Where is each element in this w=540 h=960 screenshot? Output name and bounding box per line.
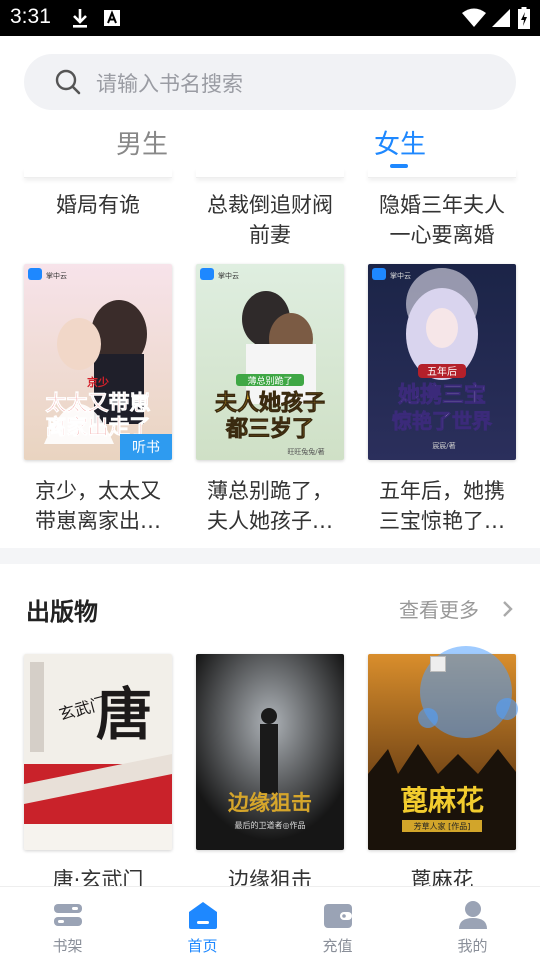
book-title-line: 夫人她孩子… — [207, 509, 333, 533]
book-title[interactable]: 五年后，她携 三宝惊艳了… — [362, 476, 522, 536]
section-divider — [0, 548, 540, 564]
audio-badge: 听书 — [132, 440, 160, 456]
book-title-line: 婚局有诡 — [56, 193, 140, 217]
cover-publisher: 掌中云 — [390, 271, 411, 280]
cover-title-line: 都三岁了 — [225, 416, 314, 442]
cover-title-line: 最后的卫道者◎作品 — [235, 820, 306, 830]
font-app-icon — [102, 0, 122, 36]
cover-edge — [196, 168, 344, 178]
cover-title-line: 惊艳了世界 — [392, 409, 492, 433]
nav-label: 充值 — [322, 937, 353, 955]
book-title-line: 薄总别跪了， — [207, 479, 333, 503]
cover-edge — [368, 168, 516, 178]
book-cover[interactable]: 掌中云 薄总别跪了 夫人她孩子 都三岁了 旺旺兔兔/著 — [196, 264, 344, 460]
status-time: 3:31 — [10, 5, 51, 28]
nav-item-home[interactable]: 首页 — [135, 887, 270, 960]
book-title-line: 前妻 — [249, 223, 291, 247]
book-cover[interactable]: 掌中云 京少 太太又带崽 离家出走了 听书 — [24, 264, 172, 460]
book-title-line: 总裁倒追财阀 — [207, 193, 333, 217]
publication-title[interactable]: 唐·玄武门 — [18, 864, 178, 886]
nav-item-recharge[interactable]: 充值 — [270, 887, 405, 960]
book-title[interactable]: 隐婚三年夫人 一心要离婚 — [362, 190, 522, 250]
book-cover[interactable]: 掌中云 五年后 她携三宝 惊艳了世界 宸宸/著 — [368, 264, 516, 460]
status-bar: 3:31 — [0, 0, 540, 36]
cover-edge — [24, 168, 172, 178]
chevron-right-icon[interactable] — [500, 598, 516, 620]
cover-title-line: 芳草人家 [作品] — [414, 821, 471, 831]
search-icon — [54, 68, 82, 96]
broken-image-icon — [430, 656, 446, 672]
nav-item-bookshelf[interactable]: 书架 — [0, 887, 135, 960]
battery-icon — [516, 0, 532, 36]
nav-label: 书架 — [52, 937, 83, 955]
cover-author: 旺旺兔兔/著 — [287, 447, 324, 456]
home-icon — [187, 899, 219, 931]
cover-title-line: 她携三宝 — [398, 382, 486, 408]
section-title: 出版物 — [26, 598, 98, 626]
book-title-line: 隐婚三年夫人 — [379, 193, 505, 217]
nav-label: 我的 — [457, 937, 488, 955]
user-icon — [457, 899, 489, 931]
publication-title[interactable]: 边缘狙击 — [190, 864, 350, 886]
signal-icon — [490, 0, 512, 36]
floating-handle-left[interactable] — [418, 708, 438, 728]
cover-title-line: 京少 — [87, 375, 109, 389]
cover-title-line: 五年后 — [427, 365, 457, 378]
wallet-icon — [322, 899, 354, 931]
publication-title[interactable]: 蓖麻花 — [362, 864, 522, 886]
nav-item-profile[interactable]: 我的 — [405, 887, 540, 960]
book-title[interactable]: 京少，太太又 带崽离家出… — [18, 476, 178, 536]
book-title[interactable]: 薄总别跪了， 夫人她孩子… — [190, 476, 350, 536]
book-title-line: 五年后，她携 — [379, 479, 505, 503]
search-input[interactable]: 请输入书名搜索 — [96, 68, 243, 98]
cover-author: 宸宸/著 — [432, 441, 455, 450]
book-title-line: 一心要离婚 — [389, 223, 495, 247]
cover-title-line: 薄总别跪了 — [247, 375, 292, 387]
publication-cover[interactable]: 唐 玄武门 — [24, 654, 172, 850]
search-bar[interactable]: 请输入书名搜索 — [24, 54, 516, 110]
book-title-line: 三宝惊艳了… — [379, 509, 505, 533]
nav-label: 首页 — [187, 937, 218, 955]
book-title-line: 带崽离家出… — [35, 509, 161, 533]
book-title[interactable]: 总裁倒追财阀 前妻 — [190, 190, 350, 250]
tab-female[interactable]: 女生 — [350, 124, 450, 161]
see-more-link[interactable]: 查看更多 — [399, 594, 479, 623]
cover-title-line: 唐 — [96, 683, 152, 748]
cover-title-line: 边缘狙击 — [228, 791, 312, 815]
bottom-navigation: 书架 首页 充值 我的 — [0, 886, 540, 960]
cover-title-line: 夫人她孩子 — [215, 390, 325, 416]
book-title[interactable]: 婚局有诡 — [18, 190, 178, 220]
cover-title-line: 蓖麻花 — [400, 784, 484, 817]
cover-title-line: 太太又带崽 — [46, 391, 151, 415]
floating-handle-right[interactable] — [496, 698, 518, 720]
cover-publisher: 掌中云 — [218, 271, 239, 280]
publication-cover[interactable]: 边缘狙击 最后的卫道者◎作品 — [196, 654, 344, 850]
tab-male[interactable]: 男生 — [92, 124, 192, 161]
book-title-line: 京少，太太又 — [35, 479, 161, 503]
cover-publisher: 掌中云 — [46, 271, 67, 280]
bookshelf-icon — [52, 899, 84, 931]
download-icon — [68, 0, 92, 36]
wifi-icon — [462, 0, 486, 36]
